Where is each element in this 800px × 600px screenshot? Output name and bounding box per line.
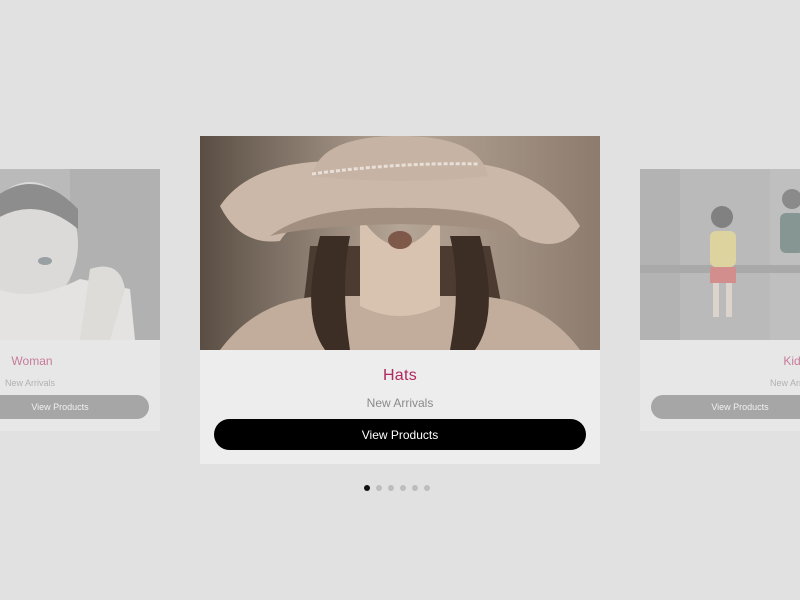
hats-photo <box>200 136 600 350</box>
carousel-pagination <box>364 485 430 491</box>
view-products-button[interactable]: View Products <box>651 395 800 419</box>
view-products-button[interactable]: View Products <box>0 395 149 419</box>
card-title: Kids <box>783 354 800 368</box>
card-subtitle: New Arrivals <box>366 396 434 410</box>
pagination-dot[interactable] <box>412 485 418 491</box>
card-subtitle: New Arrivals <box>769 378 800 388</box>
woman-photo <box>0 169 160 340</box>
product-card-kids[interactable]: Kids New Arrivals View Products <box>640 169 800 431</box>
pagination-dot[interactable] <box>388 485 394 491</box>
card-title: Woman <box>11 354 53 368</box>
pagination-dot[interactable] <box>376 485 382 491</box>
pagination-dot[interactable] <box>364 485 370 491</box>
kids-photo <box>640 169 800 340</box>
product-card-woman[interactable]: Woman New Arrivals View Products <box>0 169 160 431</box>
view-products-button[interactable]: View Products <box>214 419 586 450</box>
pagination-dot[interactable] <box>424 485 430 491</box>
pagination-dot[interactable] <box>400 485 406 491</box>
card-title: Hats <box>382 367 418 384</box>
product-card-hats[interactable]: Hats New Arrivals View Products <box>200 136 600 464</box>
card-subtitle: New Arrivals <box>4 378 55 388</box>
